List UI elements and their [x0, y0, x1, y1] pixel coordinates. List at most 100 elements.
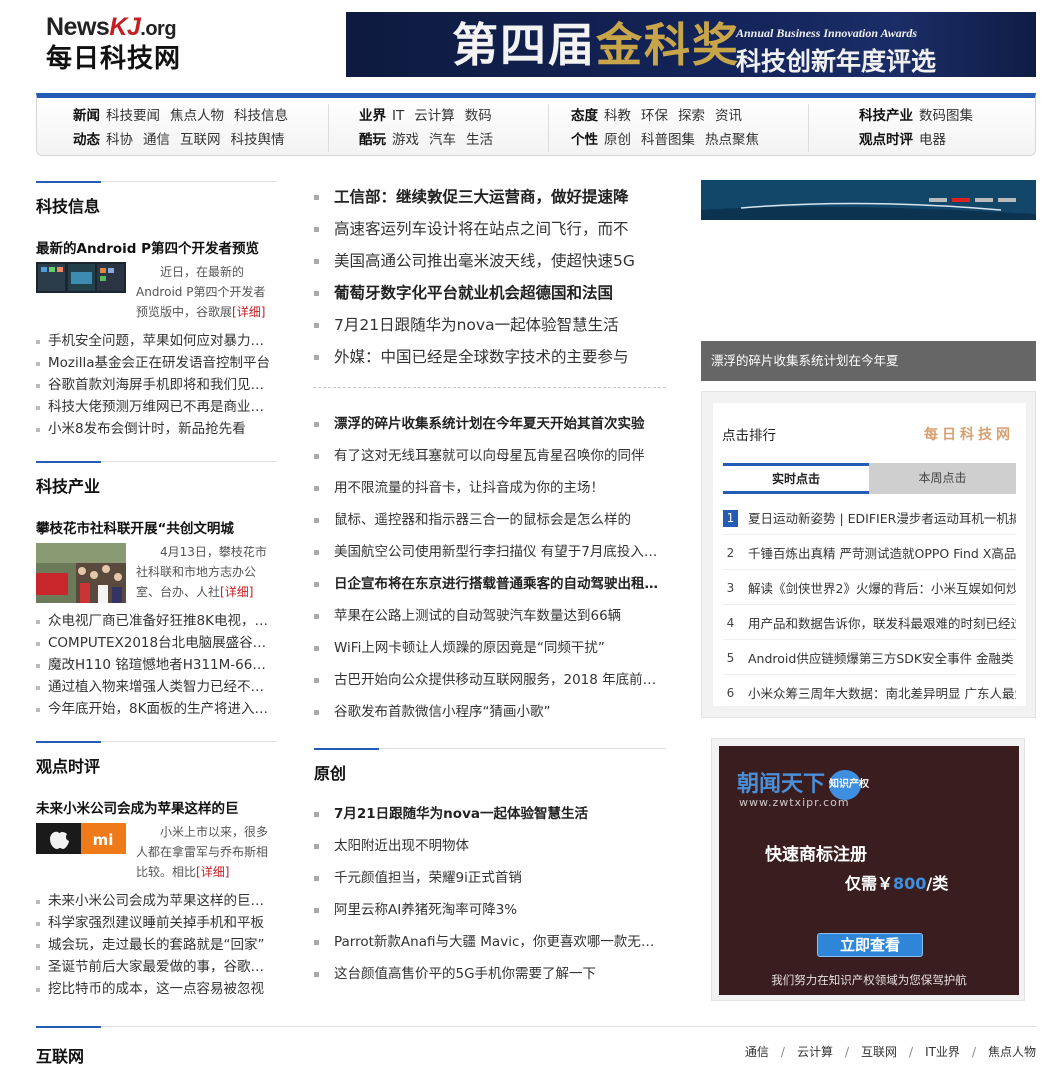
slider-dot-active[interactable]: [952, 198, 970, 202]
nav-link[interactable]: 热点聚焦: [705, 132, 759, 148]
nav-head-personality[interactable]: 个性: [571, 132, 598, 148]
original-item[interactable]: Parrot新款Anafi与大疆 Mavic，你更喜欢哪一款无人机: [314, 926, 666, 958]
nav-head-dynamics[interactable]: 动态: [73, 132, 100, 148]
nav-head-news[interactable]: 新闻: [73, 108, 100, 124]
news-item[interactable]: 用不限流量的抖音卡，让抖音成为你的主场！: [314, 472, 666, 504]
detail-link[interactable]: [详细]: [232, 305, 265, 319]
list-item[interactable]: 小米8发布会倒计时，新品抢先看: [36, 418, 276, 440]
nav-link[interactable]: 科技信息: [234, 108, 288, 124]
section-link[interactable]: 云计算: [797, 1045, 833, 1059]
list-item[interactable]: 科技大佬预测万维网已不再是商业平台: [36, 396, 276, 418]
nav-link[interactable]: 科教: [604, 108, 631, 124]
lead-thumbnail-image[interactable]: [36, 543, 126, 603]
section-link[interactable]: 互联网: [861, 1045, 897, 1059]
section-title[interactable]: 科技产业: [36, 473, 100, 497]
rank-title[interactable]: 用产品和数据告诉你，联发科最艰难的时刻已经过去: [748, 616, 1016, 631]
top-headline[interactable]: 外媒：中国已经是全球数字技术的主要参与: [314, 341, 666, 373]
ranking-item[interactable]: 2 千锤百炼出真精 严苛测试造就OPPO Find X高品质: [723, 535, 1016, 570]
list-item[interactable]: 通过植入物来增强人类智力已经不是梦想: [36, 676, 276, 698]
nav-link[interactable]: 数码图集: [919, 108, 973, 124]
news-item[interactable]: 日企宣布将在东京进行搭载普通乘客的自动驾驶出租车测试: [314, 568, 666, 600]
section-link[interactable]: 焦点人物: [988, 1045, 1036, 1059]
list-item[interactable]: 未来小米公司会成为苹果这样的巨头吗: [36, 890, 276, 912]
news-item[interactable]: 谷歌发布首款微信小程序“猜画小歌”: [314, 696, 666, 728]
list-item[interactable]: 魔改H110 铭瑄憾地者H311M-66评测: [36, 654, 276, 676]
nav-link[interactable]: IT: [392, 108, 404, 124]
top-headline[interactable]: 工信部：继续敦促三大运营商，做好提速降: [314, 181, 666, 213]
tab-weekly-clicks[interactable]: 本周点击: [869, 463, 1016, 494]
rank-title[interactable]: 夏日运动新姿势 | EDIFIER漫步者运动耳机一机搞定: [748, 511, 1016, 526]
news-item[interactable]: 美国航空公司使用新型行李扫描仪 有望于7月底投入使用: [314, 536, 666, 568]
list-item[interactable]: 谷歌首款刘海屏手机即将和我们见面了: [36, 374, 276, 396]
nav-head-cool[interactable]: 酷玩: [359, 132, 386, 148]
lead-thumbnail-image[interactable]: [36, 262, 126, 293]
section-title[interactable]: 科技信息: [36, 193, 100, 217]
section-link[interactable]: 通信: [745, 1045, 769, 1059]
lead-thumbnail-image[interactable]: mi: [36, 823, 126, 854]
list-item[interactable]: 圣诞节前后大家最爱做的事，谷歌告诉你: [36, 956, 276, 978]
slider-dot[interactable]: [998, 198, 1016, 202]
nav-link[interactable]: 云计算: [414, 108, 455, 124]
nav-link[interactable]: 生活: [466, 132, 493, 148]
original-item[interactable]: 阿里云称AI养猪死淘率可降3%: [314, 894, 666, 926]
nav-link[interactable]: 环保: [641, 108, 668, 124]
top-headline[interactable]: 高速客运列车设计将在站点之间飞行，而不: [314, 213, 666, 245]
nav-link[interactable]: 焦点人物: [170, 108, 224, 124]
nav-link[interactable]: 科技舆情: [231, 132, 285, 148]
nav-head-opinion[interactable]: 观点时评: [859, 132, 913, 148]
nav-link[interactable]: 原创: [604, 132, 631, 148]
image-slider[interactable]: 漂浮的碎片收集系统计划在今年夏: [701, 180, 1036, 381]
ranking-item[interactable]: 5 Android供应链频爆第三方SDK安全事件 金融类: [723, 640, 1016, 675]
detail-link[interactable]: [详细]: [220, 585, 253, 599]
lead-headline[interactable]: 未来小米公司会成为苹果这样的巨: [36, 797, 239, 817]
awards-banner[interactable]: 第四届金科奖 Annual Business Innovation Awards…: [346, 12, 1036, 77]
original-item[interactable]: 千元颜值担当，荣耀9i正式首销: [314, 862, 666, 894]
nav-link[interactable]: 游戏: [392, 132, 419, 148]
nav-head-tech-industry[interactable]: 科技产业: [859, 108, 913, 124]
list-item[interactable]: 手机安全问题，苹果如何应对暴力破解: [36, 330, 276, 352]
news-item[interactable]: 苹果在公路上测试的自动驾驶汽车数量达到66辆: [314, 600, 666, 632]
list-item[interactable]: 今年底开始，8K面板的生产将进入快车道: [36, 698, 276, 720]
news-item[interactable]: 漂浮的碎片收集系统计划在今年夏天开始其首次实验: [314, 408, 666, 440]
nav-link[interactable]: 科协: [106, 132, 133, 148]
ranking-item[interactable]: 6 小米众筹三周年大数据：南北差异明显 广东人最爱: [723, 675, 1016, 710]
top-headline[interactable]: 7月21日跟随华为nova一起体验智慧生活: [314, 309, 666, 341]
top-headline[interactable]: 美国高通公司推出毫米波天线，使超快速5G: [314, 245, 666, 277]
section-title[interactable]: 原创: [314, 760, 346, 784]
original-item[interactable]: 这台颜值高售价平的5G手机你需要了解一下: [314, 958, 666, 990]
nav-link[interactable]: 通信: [143, 132, 170, 148]
news-item[interactable]: 古巴开始向公众提供移动互联网服务，2018 年底前覆盖全国: [314, 664, 666, 696]
detail-link[interactable]: [详细]: [196, 865, 229, 879]
nav-link[interactable]: 资讯: [715, 108, 742, 124]
list-item[interactable]: 众电视厂商已准备好狂推8K电视，你准备好了吗: [36, 610, 276, 632]
nav-link[interactable]: 科普图集: [641, 132, 695, 148]
list-item[interactable]: 科学家强烈建议睡前关掉手机和平板: [36, 912, 276, 934]
lead-headline[interactable]: 最新的Android P第四个开发者预览: [36, 237, 259, 257]
news-item[interactable]: 鼠标、遥控器和指示器三合一的鼠标会是怎么样的: [314, 504, 666, 536]
list-item[interactable]: 城会玩，走过最长的套路就是“回家”: [36, 934, 276, 956]
nav-link[interactable]: 数码: [465, 108, 492, 124]
nav-link[interactable]: 互联网: [180, 132, 221, 148]
rank-title[interactable]: Android供应链频爆第三方SDK安全事件 金融类: [748, 651, 1014, 666]
list-item[interactable]: 挖比特币的成本，这一点容易被忽视: [36, 978, 276, 1000]
rank-title[interactable]: 解读《剑侠世界2》火爆的背后：小米互娱如何炒作: [748, 581, 1016, 596]
lead-headline[interactable]: 攀枝花市社科联开展“共创文明城: [36, 517, 234, 537]
list-item[interactable]: Mozilla基金会正在研发语音控制平台: [36, 352, 276, 374]
trademark-ad[interactable]: 朝闻天下 知识产权 www.zwtxipr.com 快速商标注册 仅需￥800/类…: [711, 738, 1025, 1001]
nav-head-industry[interactable]: 业界: [359, 108, 386, 124]
original-item[interactable]: 太阳附近出现不明物体: [314, 830, 666, 862]
section-title[interactable]: 观点时评: [36, 753, 100, 777]
slider-dot[interactable]: [975, 198, 993, 202]
nav-link[interactable]: 探索: [678, 108, 705, 124]
list-item[interactable]: COMPUTEX2018台北电脑展盛谷歌展台: [36, 632, 276, 654]
section-link[interactable]: IT业界: [925, 1045, 960, 1059]
news-item[interactable]: WiFi上网卡顿让人烦躁的原因竟是“同频干扰”: [314, 632, 666, 664]
news-item[interactable]: 有了这对无线耳塞就可以向母星瓦肯星召唤你的同伴: [314, 440, 666, 472]
top-headline[interactable]: 葡萄牙数字化平台就业机会超德国和法国: [314, 277, 666, 309]
section-title[interactable]: 互联网: [36, 1043, 84, 1067]
nav-link[interactable]: 电器: [919, 132, 946, 148]
ranking-item[interactable]: 4 用产品和数据告诉你，联发科最艰难的时刻已经过去: [723, 605, 1016, 640]
nav-link[interactable]: 汽车: [429, 132, 456, 148]
nav-head-attitude[interactable]: 态度: [571, 108, 598, 124]
site-logo[interactable]: NewsKJ.org 每日科技网: [46, 12, 196, 76]
